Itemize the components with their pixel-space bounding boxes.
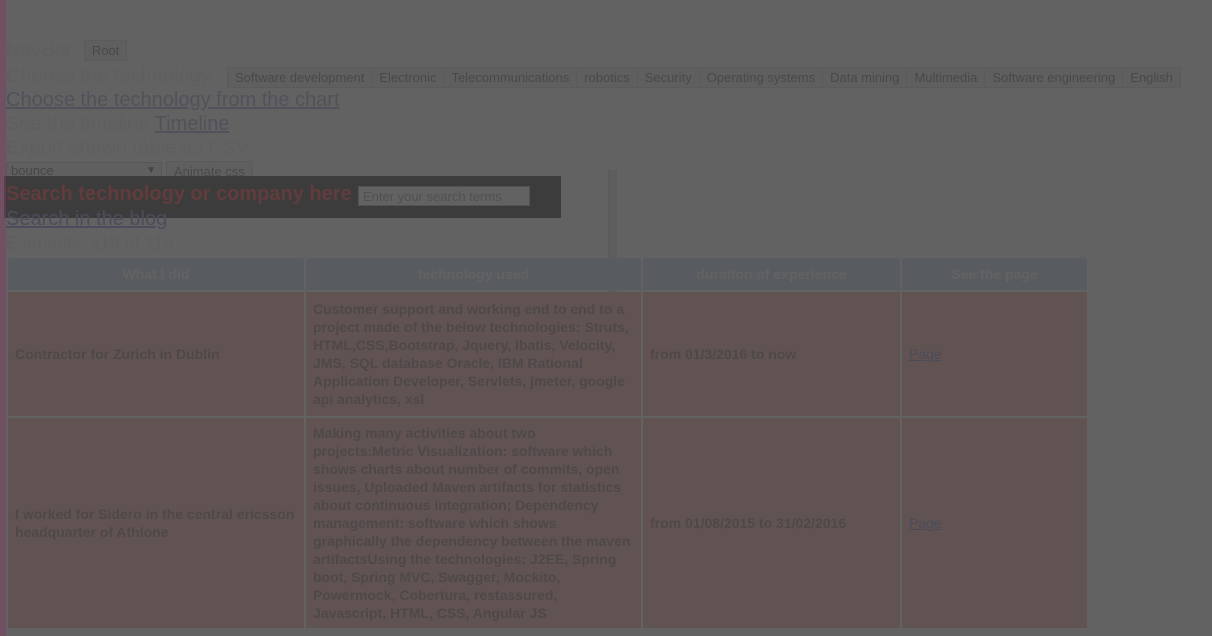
elements-count: Elements: 118 of 118: [6, 233, 174, 253]
cell-technology-text: Making many activities about two project…: [313, 425, 631, 621]
table-row: I worked for Sidero in the central erics…: [8, 418, 1087, 628]
cell-technology: Making many activities about two project…: [306, 418, 641, 628]
cell-duration: from 01/3/2016 to now: [643, 292, 900, 416]
cell-what: I worked for Sidero in the central erics…: [8, 418, 304, 628]
cell-technology-text: Customer support and working end to end …: [313, 301, 629, 407]
timeline-link[interactable]: Timeline: [155, 113, 230, 135]
technology-label: Choose the technology: [6, 65, 211, 87]
tech-button-telecommunications[interactable]: Telecommunications: [443, 67, 577, 88]
tech-button-software-engineering[interactable]: Software engineering: [984, 67, 1123, 88]
table-row: Contractor for Zurich in Dublin Customer…: [8, 292, 1087, 416]
table-header-row: What I did technology used duration of e…: [8, 258, 1087, 290]
cell-duration: from 01/08/2015 to 31/02/2016: [643, 418, 900, 628]
cell-what: Contractor for Zurich in Dublin: [8, 292, 304, 416]
technology-button-bar: Software development Electronic Telecomm…: [227, 67, 1181, 88]
page: NavBar: Root Choose the technology Softw…: [0, 0, 1212, 636]
tech-button-data-mining[interactable]: Data mining: [822, 67, 907, 88]
search-input[interactable]: [358, 186, 530, 206]
root-button[interactable]: Root: [83, 40, 128, 62]
search-blog-link[interactable]: Search in the blog: [6, 208, 167, 231]
cell-page: Page: [902, 418, 1087, 628]
cell-technology: Customer support and working end to end …: [306, 292, 641, 416]
tech-button-security[interactable]: Security: [636, 67, 699, 88]
navbar-row: NavBar: Root: [6, 39, 128, 62]
timeline-label: See the timeline: [6, 113, 150, 135]
tech-button-multimedia[interactable]: Multimedia: [906, 67, 985, 88]
tech-button-robotics[interactable]: robotics: [576, 67, 637, 88]
tech-button-operating-systems[interactable]: Operating systems: [698, 67, 823, 88]
column-header-what[interactable]: What I did: [8, 258, 304, 290]
page-link[interactable]: Page: [909, 515, 942, 531]
tech-button-english[interactable]: English: [1122, 67, 1181, 88]
column-header-page[interactable]: See the page: [902, 258, 1087, 290]
chart-link-row: Choose the technology from the chart: [6, 89, 340, 112]
column-header-technology[interactable]: technology used: [306, 258, 641, 290]
export-csv-link[interactable]: Export shown table as CSV: [6, 137, 249, 160]
tech-button-electronic[interactable]: Electronic: [371, 67, 444, 88]
cell-page: Page: [902, 292, 1087, 416]
tech-button-software-development[interactable]: Software development: [227, 67, 372, 88]
experience-table: What I did technology used duration of e…: [6, 256, 1089, 630]
column-header-duration[interactable]: duration of experience: [643, 258, 900, 290]
search-label: Search technology or company here: [6, 183, 352, 205]
page-link[interactable]: Page: [909, 346, 942, 362]
chart-link[interactable]: Choose the technology from the chart: [6, 89, 340, 111]
timeline-row: See the timeline Timeline: [6, 113, 229, 136]
navbar-label: NavBar:: [6, 39, 79, 61]
